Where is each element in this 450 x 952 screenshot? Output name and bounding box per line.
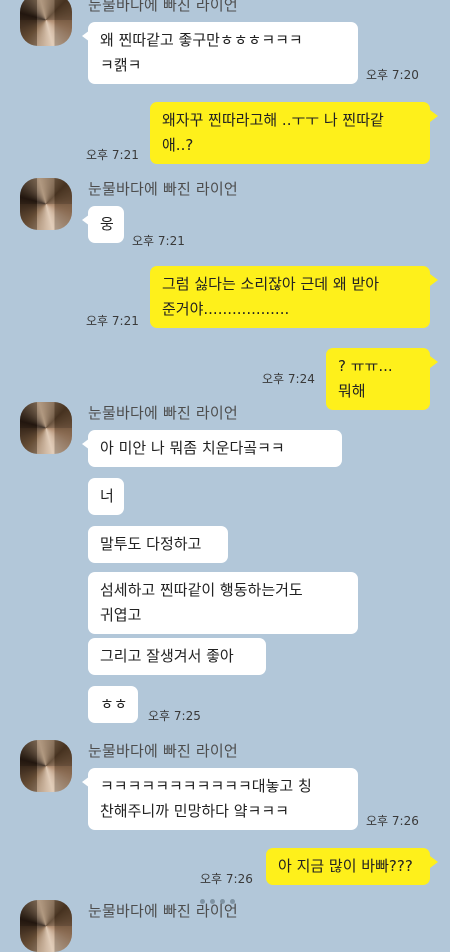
bubble-tail (430, 856, 438, 868)
message-time: 오후 7:26 (200, 872, 253, 886)
message-bubble-incoming[interactable]: 왜 찐따같고 좋구만ㅎㅎㅎㅋㅋㅋ ㅋ캙ㅋ (88, 22, 358, 84)
message-bubble-incoming[interactable]: 웅 (88, 206, 124, 243)
contact-avatar[interactable] (20, 402, 72, 454)
message-bubble-incoming[interactable]: 아 미안 나 뭐좀 치운다곸ㅋㅋ (88, 430, 342, 467)
bubble-tail (430, 274, 438, 286)
carousel-dot[interactable] (230, 899, 235, 904)
carousel-dot[interactable] (210, 899, 215, 904)
message-bubble-incoming[interactable]: 섬세하고 찐따같이 행동하는거도 귀엽고 (88, 572, 358, 634)
message-time: 오후 7:26 (366, 814, 419, 828)
contact-avatar[interactable] (20, 178, 72, 230)
message-bubble-outgoing[interactable]: 그럼 싫다는 소리잖아 근데 왜 받아 준거야.................… (150, 266, 430, 328)
message-time: 오후 7:21 (132, 234, 185, 248)
contact-name: 눈물바다에 빠진 라이언 (88, 0, 238, 14)
carousel-dot[interactable] (200, 899, 205, 904)
contact-name: 눈물바다에 빠진 라이언 (88, 180, 238, 198)
message-time: 오후 7:21 (86, 314, 139, 328)
message-bubble-incoming[interactable]: ㅎㅎ (88, 686, 138, 723)
message-bubble-incoming[interactable]: 너 (88, 478, 124, 515)
contact-name: 눈물바다에 빠진 라이언 (88, 742, 238, 760)
message-time: 오후 7:24 (262, 372, 315, 386)
message-bubble-outgoing[interactable]: 왜자꾸 찐따라고해 ..ㅜㅜ 나 찐따같 애..? (150, 102, 430, 164)
contact-name: 눈물바다에 빠진 라이언 (88, 404, 238, 422)
carousel-dots (200, 899, 235, 904)
message-time: 오후 7:21 (86, 148, 139, 162)
message-bubble-outgoing[interactable]: ? ㅠㅠ... 뭐해 (326, 348, 430, 410)
contact-avatar[interactable] (20, 900, 72, 952)
contact-avatar[interactable] (20, 740, 72, 792)
bubble-tail (430, 110, 438, 122)
carousel-dot[interactable] (220, 899, 225, 904)
message-bubble-incoming[interactable]: 그리고 잘생겨서 좋아 (88, 638, 266, 675)
contact-avatar[interactable] (20, 0, 72, 46)
message-time: 오후 7:20 (366, 68, 419, 82)
message-bubble-incoming[interactable]: ㅋㅋㅋㅋㅋㅋㅋㅋㅋㅋㅋ대놓고 칭 찬해주니까 민망하다 얔ㅋㅋㅋ (88, 768, 358, 830)
message-bubble-incoming[interactable]: 말투도 다정하고 (88, 526, 228, 563)
message-bubble-outgoing[interactable]: 아 지금 많이 바빠??? (266, 848, 430, 885)
message-time: 오후 7:25 (148, 709, 201, 723)
bubble-tail (430, 356, 438, 368)
